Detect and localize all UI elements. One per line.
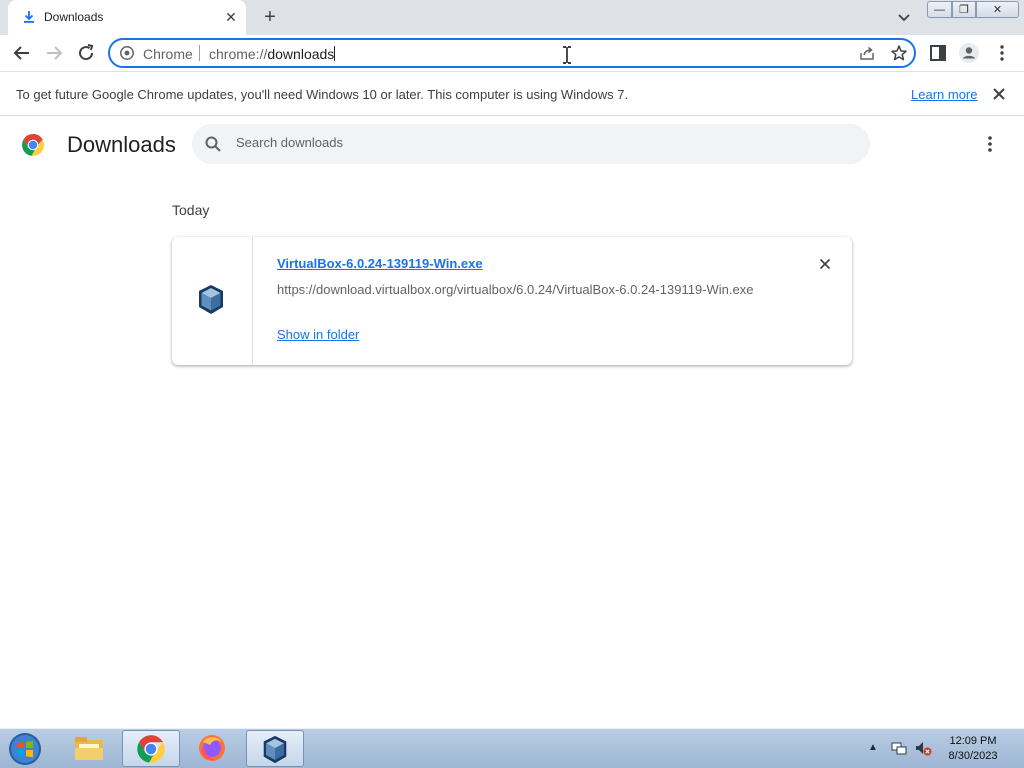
close-icon[interactable] xyxy=(990,85,1008,103)
taskbar-firefox[interactable] xyxy=(184,730,242,767)
show-hidden-icons-arrow-icon[interactable]: ▲ xyxy=(868,742,878,753)
chrome-icon xyxy=(137,735,165,763)
tab-title: Downloads xyxy=(44,10,104,24)
new-tab-button[interactable]: + xyxy=(258,6,282,30)
date-section-label: Today xyxy=(172,202,210,218)
learn-more-link[interactable]: Learn more xyxy=(911,87,977,102)
url-host: downloads xyxy=(267,46,335,62)
forward-arrow-icon[interactable] xyxy=(42,41,66,65)
infobar-message: To get future Google Chrome updates, you… xyxy=(16,87,629,102)
firefox-icon xyxy=(199,735,225,761)
back-arrow-icon[interactable] xyxy=(10,41,34,65)
chrome-logo-icon xyxy=(22,134,44,156)
profile-avatar-icon[interactable] xyxy=(958,42,980,64)
tab-downloads[interactable]: Downloads ✕ xyxy=(8,0,246,35)
close-window-button[interactable]: ✕ xyxy=(976,1,1019,18)
taskbar-virtualbox[interactable] xyxy=(246,730,304,767)
downloads-header: Downloads xyxy=(0,116,1024,172)
reload-icon[interactable] xyxy=(74,41,98,65)
bookmark-star-icon[interactable] xyxy=(890,44,908,62)
file-icon-column xyxy=(172,237,253,365)
remove-download-icon[interactable] xyxy=(816,255,834,273)
search-box[interactable] xyxy=(192,124,870,164)
file-name-link[interactable]: VirtualBox-6.0.24-139119-Win.exe xyxy=(277,256,483,271)
chrome-site-icon xyxy=(120,46,134,60)
text-cursor-icon xyxy=(563,46,571,64)
more-actions-icon[interactable] xyxy=(978,132,1002,156)
share-icon[interactable] xyxy=(858,44,876,62)
maximize-button[interactable]: ❐ xyxy=(952,1,976,18)
tab-close-button[interactable]: ✕ xyxy=(222,8,240,26)
address-bar[interactable]: Chrome chrome://downloads xyxy=(108,38,916,68)
show-in-folder-link[interactable]: Show in folder xyxy=(277,327,359,342)
download-icon xyxy=(24,11,34,23)
clock-date: 8/30/2023 xyxy=(948,750,998,762)
file-source-url: https://download.virtualbox.org/virtualb… xyxy=(277,282,754,297)
text-caret xyxy=(334,46,336,61)
taskbar-chrome[interactable] xyxy=(122,730,180,767)
omnibox-separator xyxy=(199,45,200,61)
tab-strip: Downloads ✕ + — ❐ ✕ xyxy=(0,0,1024,35)
update-infobar: To get future Google Chrome updates, you… xyxy=(0,71,1024,116)
folder-icon xyxy=(75,737,103,760)
url-scheme: chrome:// xyxy=(209,46,268,62)
taskbar: ▲ 12:09 PM 8/30/2023 xyxy=(0,728,1024,768)
virtualbox-file-icon xyxy=(199,285,223,314)
windows-start-icon[interactable] xyxy=(5,731,45,767)
minimize-button[interactable]: — xyxy=(927,1,952,18)
tab-search-chevron-icon[interactable] xyxy=(894,7,914,27)
search-input[interactable] xyxy=(236,135,836,150)
network-icon[interactable] xyxy=(890,739,908,757)
side-panel-icon[interactable] xyxy=(927,42,949,64)
clock-time: 12:09 PM xyxy=(949,735,997,747)
page-title: Downloads xyxy=(67,132,176,157)
virtualbox-icon xyxy=(263,735,287,764)
url-text[interactable]: chrome://downloads xyxy=(209,46,336,62)
chrome-menu-icon[interactable] xyxy=(991,42,1013,64)
volume-muted-icon[interactable] xyxy=(914,739,932,757)
window-controls: — ❐ ✕ xyxy=(927,1,1019,19)
system-clock[interactable]: 12:09 PM 8/30/2023 xyxy=(940,734,1006,764)
omnibox-chip: Chrome xyxy=(143,46,193,62)
search-icon xyxy=(205,136,221,152)
toolbar: Chrome chrome://downloads xyxy=(0,35,1024,71)
taskbar-explorer[interactable] xyxy=(60,730,118,767)
download-item: VirtualBox-6.0.24-139119-Win.exe https:/… xyxy=(172,237,852,365)
